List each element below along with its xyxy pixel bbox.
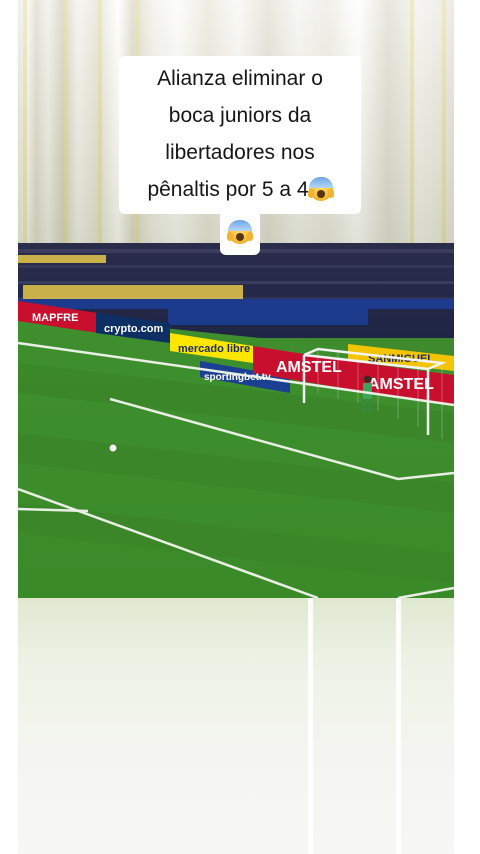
- football-scene: MAPFRE crypto.com mercado libre sporting…: [18, 243, 454, 598]
- screaming-face-icon: [227, 220, 253, 244]
- banner-mercado-libre: mercado libre: [178, 343, 250, 355]
- video-frame: MAPFRE crypto.com mercado libre sporting…: [18, 0, 454, 854]
- banner-crypto: crypto.com: [104, 323, 164, 335]
- banner-amstel-left: AMSTEL: [276, 359, 342, 376]
- screaming-face-icon: [307, 177, 334, 201]
- banner-mapfre: MAPFRE: [32, 312, 78, 324]
- caption-emoji-box: [220, 214, 260, 255]
- caption-text-box: Alianza eliminar o boca juniors da liber…: [119, 56, 361, 214]
- blurred-background-bottom: [18, 598, 454, 854]
- caption-line-4: pênaltis por 5 a 4: [147, 178, 309, 201]
- caption-line-2: boca juniors da: [168, 104, 312, 127]
- football: [109, 444, 117, 452]
- caption-line-1: Alianza eliminar o: [157, 67, 323, 90]
- video-caption: Alianza eliminar o boca juniors da liber…: [119, 56, 361, 255]
- video-player[interactable]: MAPFRE crypto.com mercado libre sporting…: [18, 243, 454, 598]
- caption-line-3: libertadores nos: [165, 141, 315, 164]
